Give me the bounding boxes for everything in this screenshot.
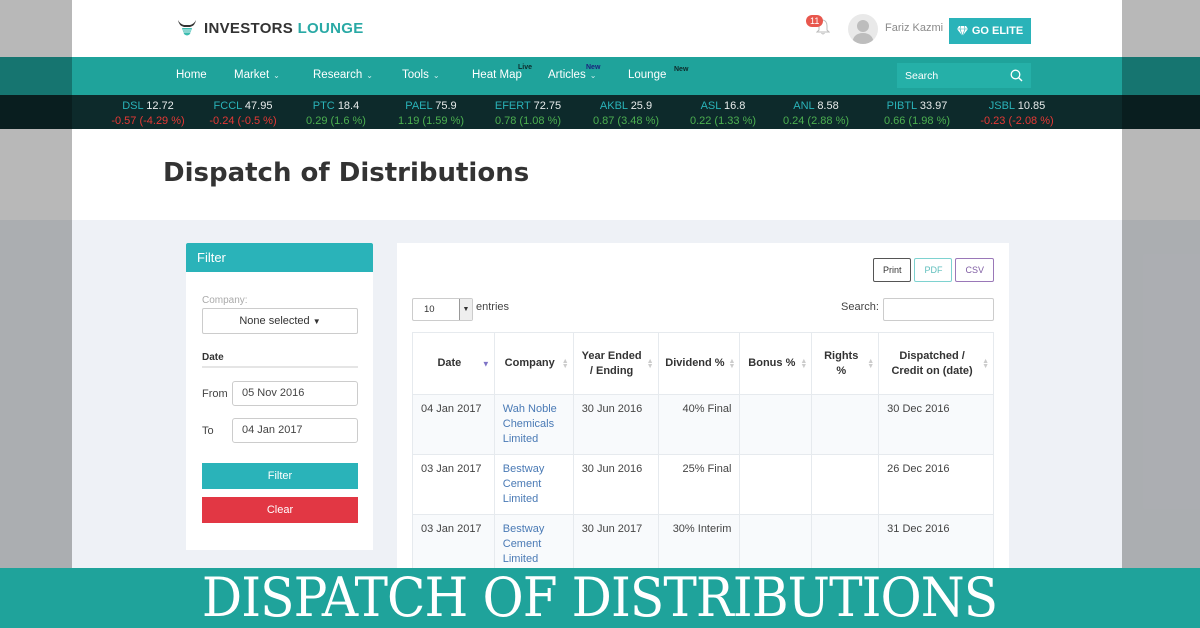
notification-count-badge: 11 [806,15,824,27]
company-label: Company: [202,295,248,306]
cell-rights [811,394,880,455]
sort-icon: ▲ ▼ [982,357,989,370]
distributions-table: Date ▼ Company ▲ ▼ Year Ended / Ending ▲ ▼ Di… [412,332,994,575]
export-tools: Print PDF CSV [872,258,994,282]
date-heading: Date [202,352,358,368]
from-label: From [202,388,228,400]
banner-text: DISPATCH OF DISTRIBUTIONS [202,566,998,628]
ticker-item[interactable]: DSL 12.72 -0.57 (-4.29 %) [103,99,193,129]
table-row: 04 Jan 2017 Wah Noble Chemicals Limited … [412,394,994,455]
clear-button[interactable]: Clear [202,497,358,523]
table-panel: Print PDF CSV 10 ▼ entries Search: Date ▼… [397,243,1009,575]
ticker-item[interactable]: AKBL 25.9 0.87 (3.48 %) [581,99,671,129]
ticker-item[interactable]: ASL 16.8 0.22 (1.33 %) [678,99,768,129]
cell-dispatched: 30 Dec 2016 [878,394,994,455]
ticker-item[interactable]: PAEL 75.9 1.19 (1.59 %) [386,99,476,129]
cell-bonus [739,394,813,455]
column-header-dispatched[interactable]: Dispatched / Credit on (date) ▲ ▼ [878,332,994,395]
ticker-item[interactable]: PTC 18.4 0.29 (1.6 %) [291,99,381,129]
left-side-shade [0,0,72,628]
main-nav: Home Market ⌄ Research ⌄ Tools ⌄ Heat Map L… [0,57,1200,95]
filter-panel: Filter Company: None selected ▼ Date Fro… [186,243,373,550]
nav-tools[interactable]: Tools ⌄ [402,69,440,81]
cell-dividend: 40% Final [657,394,741,455]
ticker-item[interactable]: FCCL 47.95 -0.24 (-0.5 %) [198,99,288,129]
to-label: To [202,425,214,437]
table-search-label: Search: [841,301,879,313]
cell-company-link[interactable]: Wah Noble Chemicals Limited [493,394,574,455]
pdf-button[interactable]: PDF [914,258,953,282]
ticker-item[interactable]: EFERT 72.75 0.78 (1.08 %) [483,99,573,129]
csv-button[interactable]: CSV [955,258,994,282]
column-header-dividend[interactable]: Dividend % ▲ ▼ [657,332,741,395]
column-header-rights[interactable]: Rights % ▲ ▼ [811,332,880,395]
cell-date: 03 Jan 2017 [412,454,495,515]
entries-label: entries [476,301,510,313]
cell-company-link[interactable]: Bestway Cement Limited [493,454,574,515]
nav-heat-map[interactable]: Heat Map [472,69,522,81]
go-elite-label: GO ELITE [971,25,1024,37]
page-length-select[interactable]: 10 ▼ [412,298,473,321]
sort-icon: ▲ ▼ [561,357,569,370]
chevron-down-icon: ⌄ [366,71,373,80]
search-placeholder: Search [905,69,939,82]
caret-down-icon: ▼ [312,317,321,326]
cell-date: 04 Jan 2017 [412,394,495,455]
cell-rights [811,454,880,515]
cell-dispatched: 26 Dec 2016 [878,454,994,515]
live-badge: Live [518,64,533,71]
column-header-bonus[interactable]: Bonus % ▲ ▼ [739,332,813,395]
cell-year-ended: 30 Jun 2016 [572,454,659,515]
logo-text: INVESTORS LOUNGE [204,19,364,37]
company-multiselect[interactable]: None selected ▼ [202,308,358,334]
table-search-input[interactable] [883,298,994,321]
top-header: INVESTORS LOUNGE 11 Fariz Kazmi GO ELITE [0,0,1200,57]
column-header-date[interactable]: Date ▼ [412,332,495,395]
cell-dividend: 25% Final [657,454,741,515]
site-logo[interactable]: INVESTORS LOUNGE [176,17,364,39]
chevron-down-icon: ⌄ [589,71,597,80]
filter-button[interactable]: Filter [202,463,358,489]
ticker-item[interactable]: ANL 8.58 0.24 (2.88 %) [771,99,861,129]
cell-year-ended: 30 Jun 2016 [572,394,659,455]
dropdown-arrow-icon[interactable]: ▼ [459,299,472,320]
user-silhouette-icon [852,20,874,44]
title-banner: DISPATCH OF DISTRIBUTIONS [0,568,1200,628]
sort-desc-icon: ▼ [481,359,490,368]
print-button[interactable]: Print [872,258,912,282]
nav-market[interactable]: Market ⌄ [234,69,280,81]
column-header-company[interactable]: Company ▲ ▼ [493,332,574,395]
chevron-down-icon: ⌄ [273,71,280,80]
user-avatar[interactable] [848,14,878,44]
nav-home[interactable]: Home [176,69,207,81]
column-header-year-ended[interactable]: Year Ended / Ending ▲ ▼ [572,332,659,395]
go-elite-button[interactable]: GO ELITE [949,18,1031,44]
nav-research[interactable]: Research ⌄ [313,69,373,81]
sort-icon: ▲ ▼ [728,357,736,370]
username[interactable]: Fariz Kazmi [885,22,943,34]
new-badge: New [674,66,689,73]
to-date-input[interactable]: 04 Jan 2017 [232,418,358,443]
diamond-icon [956,26,968,36]
notifications-button[interactable]: 11 [806,15,834,39]
sort-icon: ▲ ▼ [867,357,875,370]
page-title: Dispatch of Distributions [163,158,530,188]
sort-icon: ▲ ▼ [800,357,808,370]
stock-ticker: DSL 12.72 -0.57 (-4.29 %) FCCL 47.95 -0.24… [0,95,1200,129]
from-date-input[interactable]: 05 Nov 2016 [232,381,358,406]
new-badge: New [586,64,601,71]
right-side-shade [1122,0,1200,628]
table-header-row: Date ▼ Company ▲ ▼ Year Ended / Ending ▲ ▼ Di… [412,332,994,395]
ticker-item[interactable]: JSBL 10.85 -0.23 (-2.08 %) [967,99,1067,129]
table-row: 03 Jan 2017 Bestway Cement Limited 30 Ju… [412,454,994,515]
nav-lounge[interactable]: Lounge [628,69,666,81]
bull-logo-icon [178,20,196,36]
search-icon[interactable] [1010,69,1023,82]
filter-heading: Filter [186,243,373,272]
ticker-item[interactable]: PIBTL 33.97 0.66 (1.98 %) [872,99,962,129]
cell-bonus [739,454,813,515]
sort-icon: ▲ ▼ [646,357,654,370]
chevron-down-icon: ⌄ [432,71,440,80]
nav-search-input[interactable]: Search [897,63,1031,88]
